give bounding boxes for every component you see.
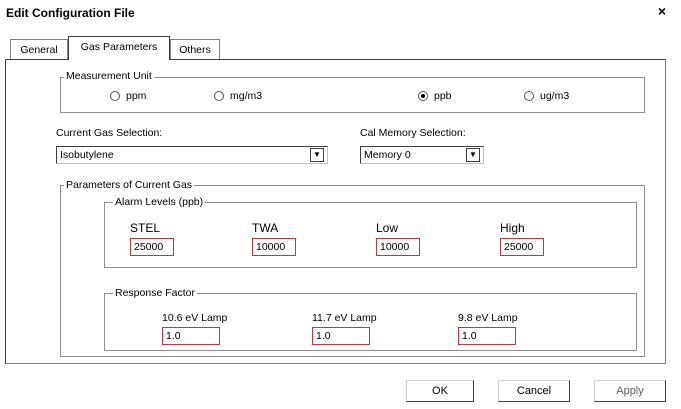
- lamp-9-8-input[interactable]: 1.0: [458, 327, 516, 345]
- tab-general[interactable]: General: [10, 39, 68, 59]
- current-gas-select[interactable]: Isobutylene: [56, 146, 328, 164]
- response-factor-label: Response Factor: [113, 287, 197, 299]
- apply-button[interactable]: Apply: [594, 380, 666, 402]
- chevron-down-icon[interactable]: ▼: [466, 148, 480, 162]
- lamp-11-7-label: 11.7 eV Lamp: [312, 312, 377, 324]
- lamp-9-8-label: 9.8 eV Lamp: [458, 312, 518, 324]
- radio-ppm[interactable]: [110, 91, 120, 101]
- radio-ppb-label: ppb: [434, 90, 452, 102]
- radio-ug-m3[interactable]: [524, 91, 534, 101]
- twa-input[interactable]: 10000: [252, 238, 296, 256]
- lamp-10-6-label: 10.6 eV Lamp: [162, 312, 228, 324]
- alarm-levels-group: [104, 202, 637, 268]
- low-input[interactable]: 10000: [376, 238, 420, 256]
- stel-label: STEL: [130, 221, 161, 235]
- ok-button[interactable]: OK: [406, 380, 474, 402]
- alarm-levels-label: Alarm Levels (ppb): [113, 196, 206, 208]
- tab-gas-parameters[interactable]: Gas Parameters: [68, 36, 170, 60]
- close-icon[interactable]: ×: [655, 4, 669, 18]
- twa-label: TWA: [252, 221, 279, 235]
- radio-ppb[interactable]: [418, 91, 428, 101]
- high-label: High: [500, 221, 525, 235]
- low-label: Low: [376, 221, 399, 235]
- radio-mg-m3-label: mg/m3: [230, 90, 263, 102]
- cancel-button[interactable]: Cancel: [498, 380, 570, 402]
- high-input[interactable]: 25000: [500, 238, 544, 256]
- tab-others[interactable]: Others: [170, 39, 220, 59]
- radio-mg-m3[interactable]: [214, 91, 224, 101]
- radio-ug-m3-label: ug/m3: [540, 90, 570, 102]
- lamp-10-6-input[interactable]: 1.0: [162, 327, 220, 345]
- radio-ppm-label: ppm: [126, 90, 147, 102]
- parameters-label: Parameters of Current Gas: [64, 179, 195, 191]
- cal-memory-label: Cal Memory Selection:: [360, 127, 466, 139]
- window-title: Edit Configuration File: [6, 6, 135, 20]
- stel-input[interactable]: 25000: [130, 238, 174, 256]
- lamp-11-7-input[interactable]: 1.0: [312, 327, 370, 345]
- chevron-down-icon[interactable]: ▼: [310, 148, 324, 162]
- current-gas-label: Current Gas Selection:: [56, 127, 163, 139]
- measurement-unit-label: Measurement Unit: [64, 70, 154, 82]
